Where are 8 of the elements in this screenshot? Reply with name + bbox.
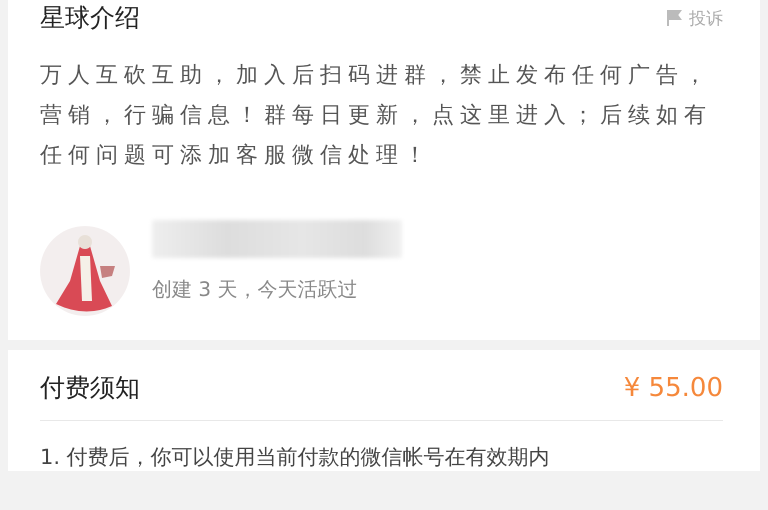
flag-icon <box>667 9 683 27</box>
section-title: 星球介绍 <box>40 2 140 34</box>
payment-note: 1. 付费后，你可以使用当前付款的微信帐号在有效期内 <box>40 444 551 471</box>
activity-text: 创建 3 天，今天活跃过 <box>152 276 358 302</box>
price: ¥ 55.00 <box>624 373 723 403</box>
section-title: 付费须知 <box>40 372 140 404</box>
description: 万人互砍互助，加入后扫码进群，禁止发布任何广告，营销，行骗信息！群每日更新，点这里进入；后续如有任何问题可添加客服微信处理！ <box>40 62 713 170</box>
report-link[interactable]: 投诉 <box>667 6 723 30</box>
